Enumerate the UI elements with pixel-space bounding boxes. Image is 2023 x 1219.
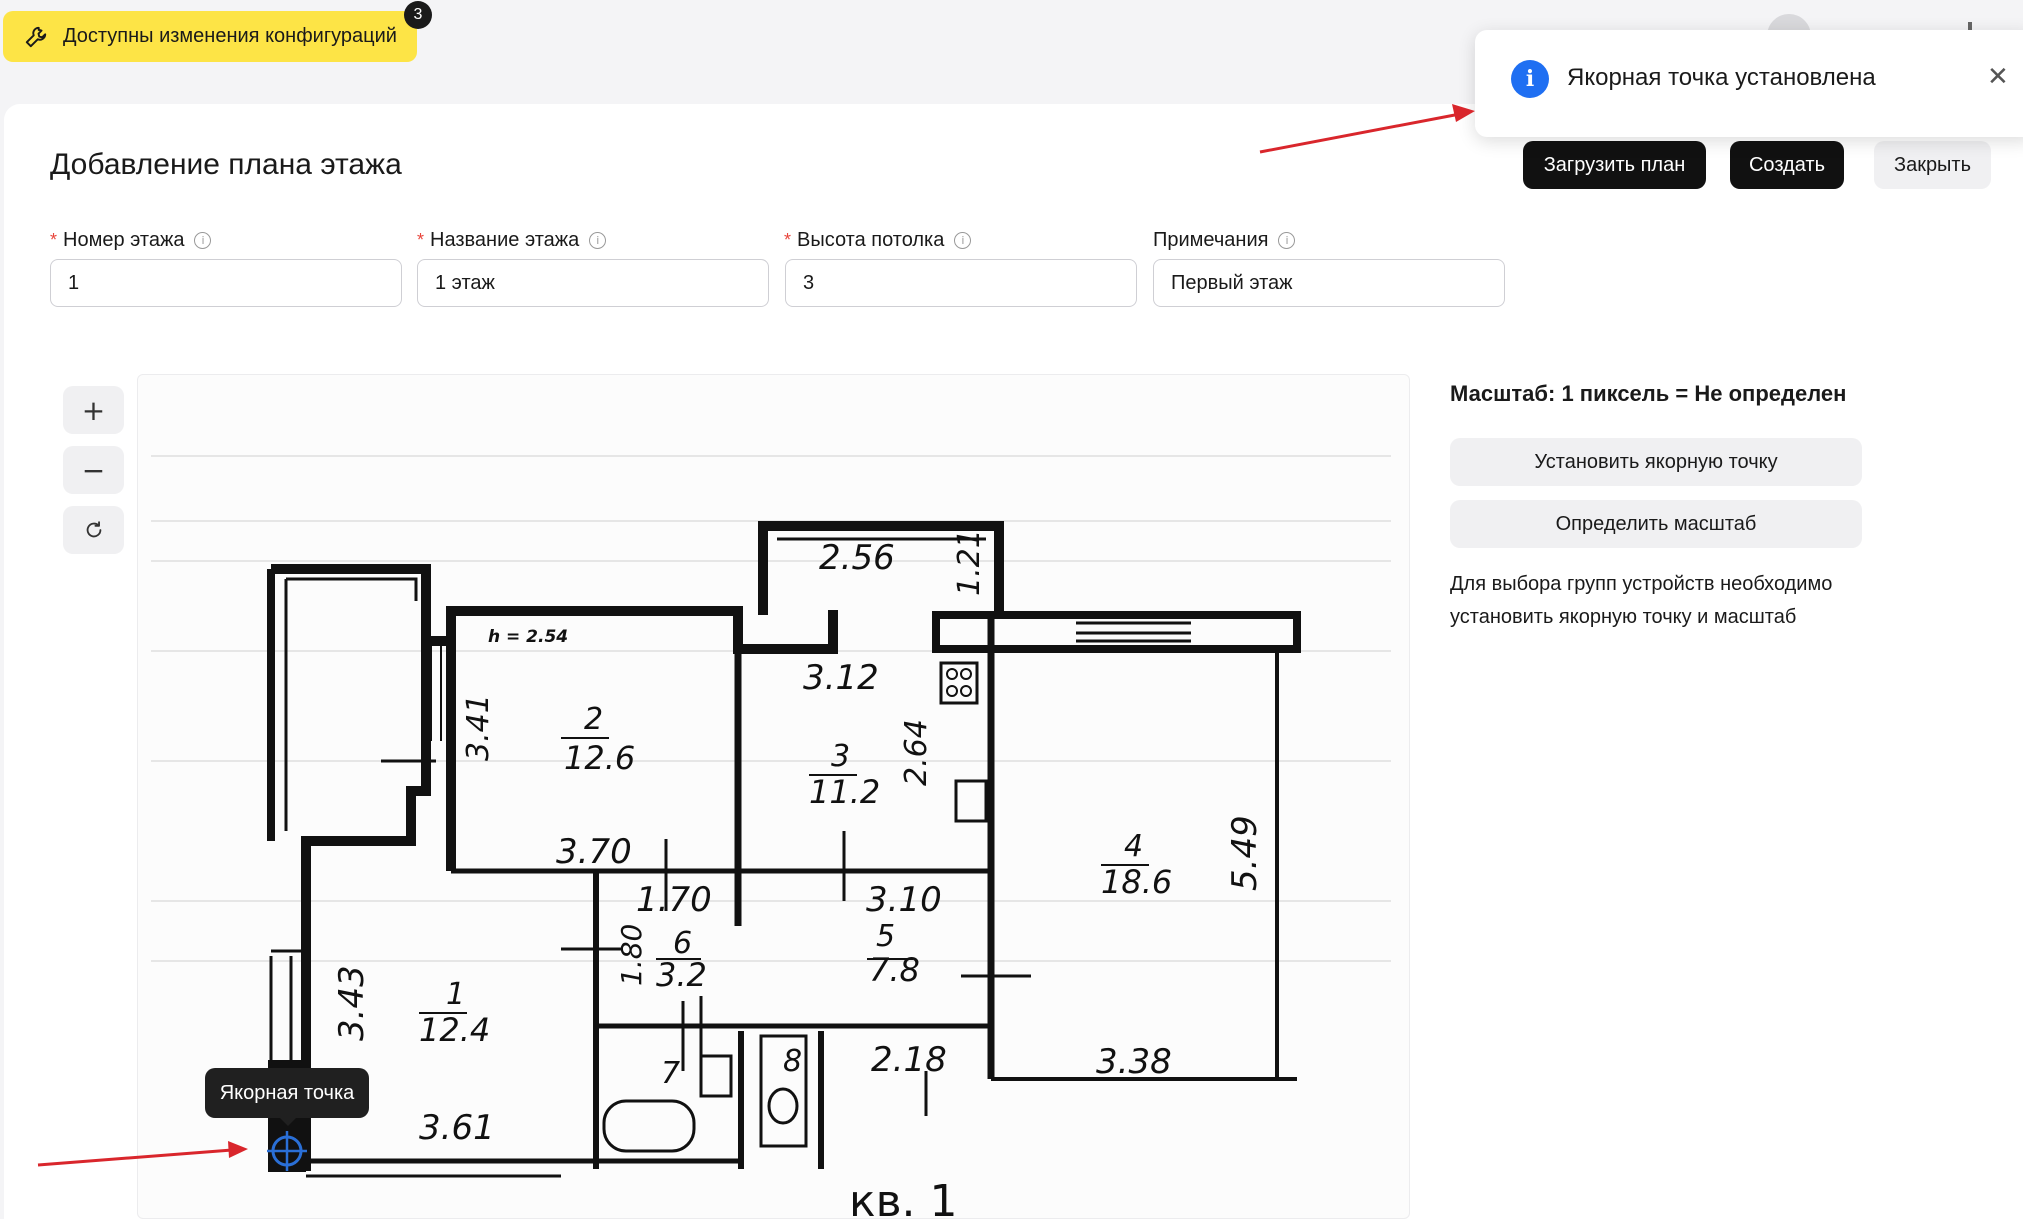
notification-toast: i Якорная точка установлена ✕ (1475, 30, 2023, 137)
reset-view-button[interactable] (63, 506, 124, 554)
close-icon[interactable]: ✕ (1987, 62, 2009, 92)
anchor-tooltip: Якорная точка (205, 1068, 369, 1126)
info-icon: i (194, 232, 212, 249)
dimension-label: 3.61 (419, 1108, 495, 1148)
create-button[interactable]: Создать (1730, 141, 1844, 189)
room-area: 12.4 (419, 1011, 490, 1049)
room-number: 5 (876, 919, 895, 954)
config-count-badge: 3 (404, 1, 432, 29)
room-number: 3 (831, 739, 850, 774)
dimension-label: 3.70 (556, 832, 632, 872)
room-area: 11.2 (809, 773, 880, 811)
dimension-label: 1.80 (615, 924, 648, 986)
dimension-label: 3.12 (803, 658, 879, 698)
define-scale-button[interactable]: Определить масштаб (1450, 500, 1862, 548)
room-number: 4 (1124, 829, 1143, 864)
info-icon: i (954, 232, 972, 249)
dimension-label: 3.38 (1096, 1042, 1172, 1082)
dimension-label: 2.64 (899, 719, 934, 786)
room-number: 1 (446, 977, 465, 1012)
floor-number-label: * Номер этажа i (50, 229, 212, 252)
room-area: 3.2 (656, 956, 707, 994)
ceiling-height-label: * Высота потолка i (784, 229, 972, 252)
info-icon: i (1511, 60, 1549, 98)
config-banner-label: Доступны изменения конфигураций (63, 25, 397, 47)
dimension-label: 3.43 (332, 965, 372, 1041)
reset-icon (86, 521, 101, 538)
dimension-label: 2.18 (871, 1040, 947, 1080)
room-area: 7.8 (869, 951, 920, 989)
floor-name-input[interactable]: 1 этаж (417, 259, 769, 307)
room-number: 2 (584, 702, 603, 737)
dimension-label: 3.41 (461, 694, 496, 761)
room-number: 8 (783, 1044, 802, 1079)
notes-input[interactable]: Первый этаж (1153, 259, 1505, 307)
dimension-label: 5.49 (1225, 815, 1265, 891)
height-note: h = 2.54 (488, 627, 568, 647)
wrench-icon (25, 26, 47, 47)
ceiling-height-input[interactable]: 3 (785, 259, 1137, 307)
apartment-caption: кв. 1 (849, 1176, 957, 1219)
set-anchor-button[interactable]: Установить якорную точку (1450, 438, 1862, 486)
notes-label: Примечания i (1153, 229, 1296, 252)
close-button[interactable]: Закрыть (1874, 141, 1991, 189)
scale-readout: Масштаб: 1 пиксель = Не определен (1450, 381, 1847, 406)
floor-name-label: * Название этажа i (417, 229, 607, 252)
room-area: 12.6 (564, 739, 635, 777)
page-title: Добавление плана этажа (50, 148, 402, 181)
dimension-label: 2.56 (819, 538, 895, 578)
upload-plan-button[interactable]: Загрузить план (1523, 141, 1706, 189)
menu-dot (1968, 22, 1972, 30)
zoom-out-button[interactable]: − (63, 446, 124, 494)
zoom-in-button[interactable]: + (63, 386, 124, 434)
toast-message: Якорная точка установлена (1567, 64, 1876, 91)
room-area: 18.6 (1101, 863, 1172, 901)
dimension-label: 1.70 (636, 880, 712, 920)
scale-hint-text: Для выбора групп устройств необходимо ус… (1450, 573, 1833, 628)
floor-number-input[interactable]: 1 (50, 259, 402, 307)
info-icon: i (1278, 232, 1296, 249)
config-changes-banner[interactable]: Доступны изменения конфигураций (3, 11, 417, 62)
room-number: 7 (661, 1056, 680, 1091)
info-icon: i (589, 232, 607, 249)
dimension-label: 1.21 (952, 529, 987, 596)
dimension-label: 3.10 (866, 880, 942, 920)
